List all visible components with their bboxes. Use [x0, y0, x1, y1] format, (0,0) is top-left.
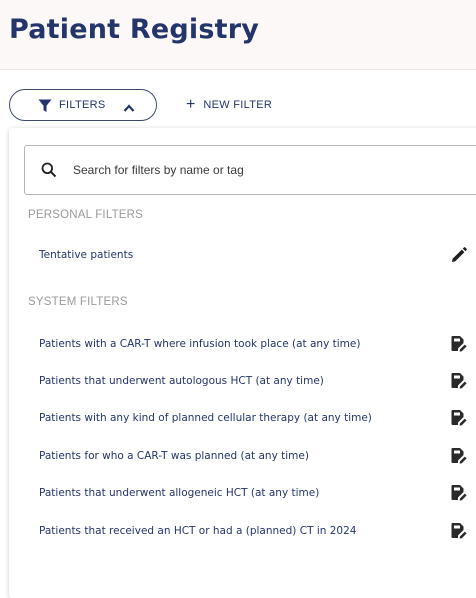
- filter-item-label: Patients that underwent allogeneic HCT (…: [39, 487, 320, 499]
- filter-item-label: Patients that underwent autologous HCT (…: [39, 375, 324, 387]
- duplicate-edit-icon[interactable]: [450, 372, 468, 395]
- plus-icon: +: [186, 96, 196, 113]
- funnel-icon: [38, 99, 52, 118]
- duplicate-edit-icon[interactable]: [450, 447, 468, 470]
- personal-filters-heading: PERSONAL FILTERS: [28, 209, 144, 221]
- filters-label: FILTERS: [59, 99, 106, 111]
- search-icon: [41, 162, 57, 183]
- new-filter-button[interactable]: + NEW FILTER: [186, 92, 272, 118]
- filter-item-hct-or-ct-2024[interactable]: Patients that received an HCT or had a (…: [9, 514, 476, 550]
- search-input[interactable]: [73, 159, 453, 181]
- page-header: Patient Registry: [0, 0, 476, 70]
- filter-item-autologous-hct[interactable]: Patients that underwent autologous HCT (…: [9, 364, 476, 400]
- filters-panel: PERSONAL FILTERS Tentative patients SYST…: [9, 128, 476, 598]
- filter-item-label: Patients with any kind of planned cellul…: [39, 412, 372, 424]
- toolbar: FILTERS + NEW FILTER: [0, 86, 476, 126]
- filter-item-label: Tentative patients: [39, 249, 134, 261]
- duplicate-edit-icon[interactable]: [450, 335, 468, 358]
- duplicate-edit-icon[interactable]: [450, 484, 468, 507]
- filter-item-planned-cellular-therapy[interactable]: Patients with any kind of planned cellul…: [9, 401, 476, 437]
- chevron-up-icon: [123, 100, 135, 118]
- filter-item-car-t-planned[interactable]: Patients for who a CAR-T was planned (at…: [9, 439, 476, 475]
- filter-item-car-t-infusion[interactable]: Patients with a CAR-T where infusion too…: [9, 327, 476, 363]
- search-field[interactable]: [24, 145, 476, 195]
- page-title: Patient Registry: [9, 14, 260, 45]
- filter-item-label: Patients with a CAR-T where infusion too…: [39, 338, 361, 350]
- filter-item-tentative-patients[interactable]: Tentative patients: [9, 238, 476, 274]
- pencil-icon[interactable]: [450, 246, 468, 269]
- new-filter-label: NEW FILTER: [203, 99, 273, 111]
- duplicate-edit-icon[interactable]: [450, 522, 468, 545]
- duplicate-edit-icon[interactable]: [450, 409, 468, 432]
- filter-item-allogeneic-hct[interactable]: Patients that underwent allogeneic HCT (…: [9, 476, 476, 512]
- filter-item-label: Patients for who a CAR-T was planned (at…: [39, 450, 309, 462]
- system-filters-heading: SYSTEM FILTERS: [28, 296, 128, 308]
- filter-item-label: Patients that received an HCT or had a (…: [39, 525, 357, 537]
- filters-toggle-button[interactable]: FILTERS: [9, 89, 157, 121]
